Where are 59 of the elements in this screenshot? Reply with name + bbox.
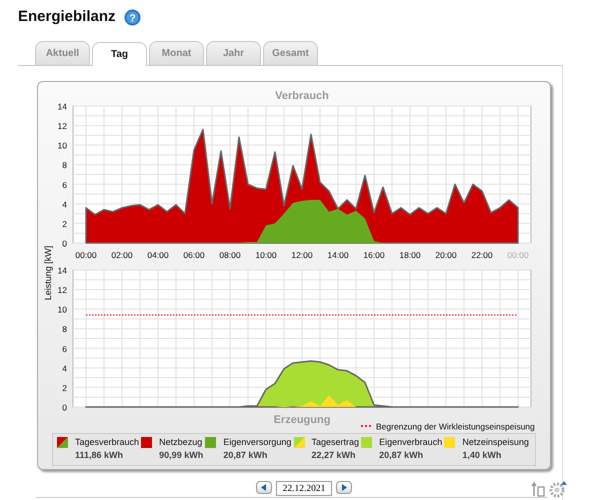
axis-tick-label: 04:00 <box>147 250 169 260</box>
legend-label: Netzbezug <box>159 436 204 449</box>
axis-tick-label: 14 <box>58 101 67 111</box>
axis-tick-label: 8 <box>62 160 67 170</box>
legend-label: Eigenversorgung <box>223 436 292 449</box>
axis-tick-label: 20:00 <box>435 250 457 260</box>
tab[interactable]: Monat <box>149 40 204 64</box>
axis-tick-label: 00:00 <box>75 250 97 260</box>
axis-tick-label: 08:00 <box>219 250 241 260</box>
legend-label: Netzeinspeisung <box>462 436 530 449</box>
sort-icon[interactable] <box>531 480 545 496</box>
legend-value: 22,27 kWh <box>312 449 357 462</box>
legend-entry: Begrenzung der Wirkleistungseinspeisung <box>361 421 535 431</box>
legend-value: 90,99 kWh <box>159 449 204 462</box>
axis-tick-label: 12:00 <box>291 250 313 260</box>
legend-value: 1,40 kWh <box>462 449 502 462</box>
axis-tick-label: 22:00 <box>471 250 493 260</box>
next-day-button[interactable] <box>336 481 352 494</box>
axis-tick-label: 0 <box>62 238 67 248</box>
date-field[interactable]: 22.12.2021 <box>276 481 332 496</box>
axis-tick-label: 12 <box>58 284 67 295</box>
chart-title: Verbrauch <box>275 90 329 102</box>
axis-tick-label: 02:00 <box>111 250 133 260</box>
tab[interactable]: Gesamt <box>263 40 318 64</box>
axis-tick-label: 18:00 <box>399 250 421 260</box>
legend-value: 111,86 kWh <box>75 449 124 462</box>
axis-tick-label: 10 <box>58 304 67 314</box>
help-icon[interactable]: ? <box>124 8 141 26</box>
tab[interactable]: Aktuell <box>35 40 90 64</box>
axis-tick-label: 16:00 <box>363 250 385 260</box>
caret-right-icon <box>341 484 347 491</box>
axis-tick-label: 14 <box>58 265 67 275</box>
legend-value: 20,87 kWh <box>223 449 268 462</box>
axis-tick-label: 06:00 <box>183 250 205 260</box>
legend-label: Tagesverbrauch <box>75 436 140 449</box>
caret-left-icon <box>261 484 267 491</box>
legend-label: Tagesertrag <box>312 436 360 449</box>
axis-tick-label: 10 <box>58 140 67 150</box>
axis-tick-label: 6 <box>62 179 67 190</box>
chart-title: Erzeugung <box>274 414 330 426</box>
axis-tick-label: 12 <box>58 120 67 131</box>
axis-tick-label: 00:00 <box>507 250 529 260</box>
axis-tick-label: 6 <box>62 343 67 354</box>
axis-tick-label: 0 <box>62 402 67 412</box>
axis-tick-label: 4 <box>62 362 67 373</box>
previous-day-button[interactable] <box>256 481 272 494</box>
settings-icon[interactable] <box>549 480 567 498</box>
axis-tick-label: 4 <box>62 198 67 209</box>
axis-label: Leistung [kW] <box>43 245 53 300</box>
axis-tick-label: 2 <box>62 218 67 228</box>
legend-value: 20,87 kWh <box>379 449 424 462</box>
axis-tick-label: 14:00 <box>327 250 349 260</box>
tab[interactable]: Jahr <box>206 40 261 64</box>
page-title: Energiebilanz <box>18 7 116 27</box>
axis-tick-label: 8 <box>62 324 67 334</box>
tab[interactable]: Tag <box>92 42 147 66</box>
legend-label: Eigenverbrauch <box>379 436 444 449</box>
axis-tick-label: 2 <box>62 382 67 392</box>
axis-tick-label: 10:00 <box>255 250 277 260</box>
